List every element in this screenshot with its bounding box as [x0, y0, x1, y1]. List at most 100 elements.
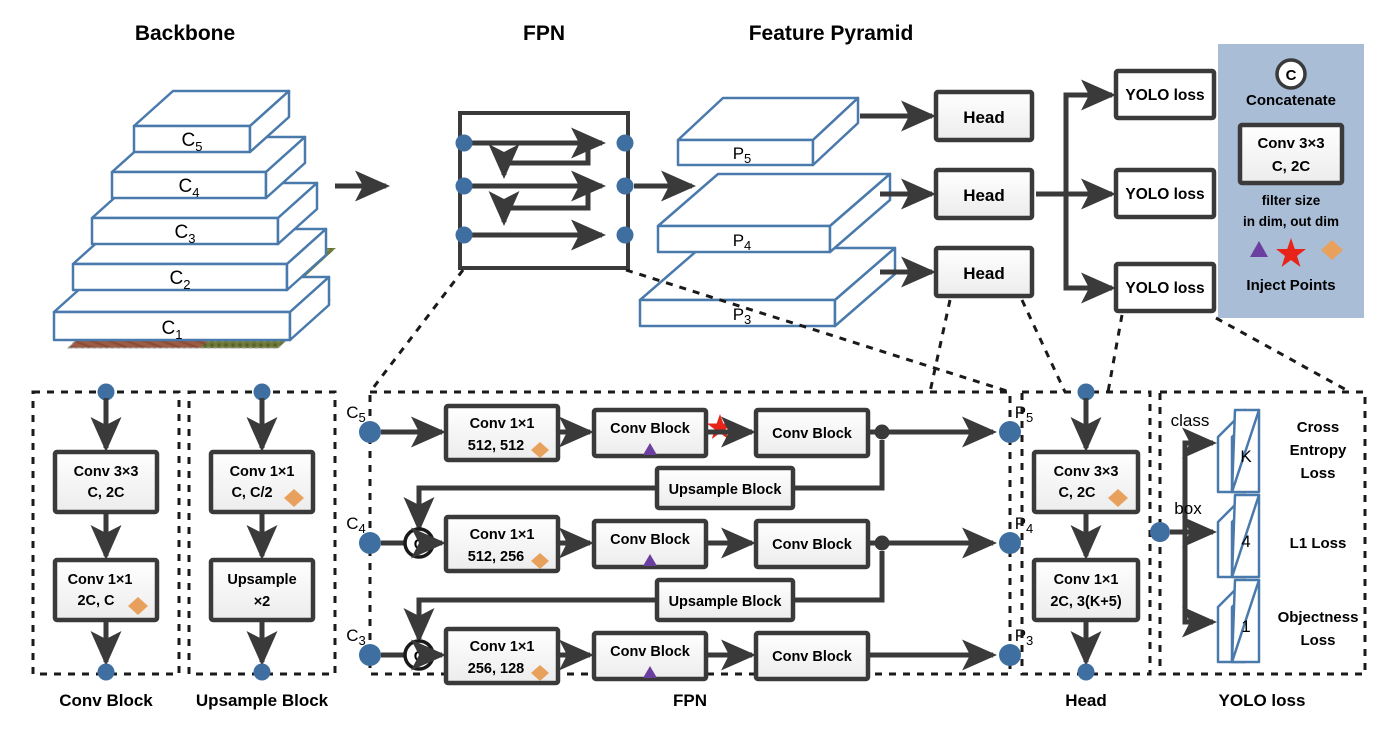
yolo-loss-name-line2: Entropy [1290, 442, 1347, 459]
conv-box-line2: C, C/2 [231, 485, 272, 501]
fpn-conv-block-3a[interactable]: Conv Block [591, 630, 709, 682]
fpn-node-p3 [616, 226, 634, 244]
fpn-node-c4 [455, 177, 473, 195]
head-input-node [1077, 383, 1095, 401]
fpn-conv-block-3b[interactable]: Conv Block [753, 630, 871, 682]
fpn-row-1: C5 Conv 1×1 512, 512 Conv Block Conv Blo… [346, 403, 1034, 463]
yolo-loss-detail-panel: class box K Cross Entropy Loss 4 L1 Loss… [1150, 390, 1367, 710]
head-panel-caption: Head [1065, 691, 1107, 710]
conv-block-box-2[interactable]: Conv 1×1 2C, C [52, 557, 160, 623]
head-box-3[interactable]: Head [933, 245, 1035, 299]
legend-panel: C Concatenate Conv 3×3 C, 2C filter size… [1218, 44, 1364, 318]
fpn-output-node-p4 [999, 532, 1021, 554]
feature-pyramid-layer-p4 [656, 172, 892, 254]
yolo-loss-panel-caption: YOLO loss [1219, 691, 1306, 710]
head-box-label: Head [963, 264, 1005, 283]
conv-box-line1: Conv 1×1 [68, 572, 133, 588]
head-box-line2: 2C, 3(K+5) [1050, 594, 1121, 610]
conv-box-line2: ×2 [254, 594, 271, 610]
fpn-conv-block-1b[interactable]: Conv Block [753, 407, 871, 459]
yolo-loss-name-obj1: Objectness [1278, 609, 1359, 626]
yolo-slab-class [1216, 408, 1261, 494]
fpn-title: FPN [523, 22, 565, 45]
yolo-slab-value-objectness: 1 [1241, 617, 1250, 636]
fpn-conv-block-2a[interactable]: Conv Block [591, 518, 709, 570]
yolo-loss-input-node [1150, 522, 1170, 542]
fpn-block-label: Conv Block [772, 426, 853, 442]
fpn-output-node-p5 [999, 421, 1021, 443]
upsample-block-box-2[interactable]: Upsample ×2 [208, 557, 316, 623]
fpn-conv-line2: 512, 256 [468, 549, 524, 565]
feature-pyramid [638, 96, 897, 328]
yolo-loss-boxes: YOLO loss YOLO loss YOLO loss [1113, 68, 1217, 314]
fpn-conv-line2: 512, 512 [468, 438, 524, 454]
yolo-loss-name-obj2: Loss [1300, 632, 1335, 649]
upsample-block-input-node [253, 383, 271, 401]
fpn-conv-block-2b[interactable]: Conv Block [753, 518, 871, 570]
fpn-row-3: C3 C Conv 1×1 256, 128 Conv Block Conv B… [346, 626, 1034, 686]
fpn-concat-symbol: C [414, 537, 425, 553]
fpn-node-c5 [455, 134, 473, 152]
fpn-upsample-label: Upsample Block [669, 594, 783, 610]
head-box-2[interactable]: Head [933, 167, 1035, 221]
legend-conv-line1: Conv 3×3 [1257, 135, 1324, 152]
head-detail-box-1[interactable]: Conv 3×3 C, 2C [1031, 449, 1141, 515]
head-output-node [1077, 663, 1095, 681]
yolo-loss-box-1[interactable]: YOLO loss [1113, 68, 1217, 121]
conv-block-caption: Conv Block [59, 691, 153, 710]
legend-desc-line1: filter size [1262, 193, 1321, 208]
head-box-line2: C, 2C [1058, 485, 1096, 501]
upsample-block-panel: Conv 1×1 C, C/2 Upsample ×2 Upsample Blo… [187, 383, 337, 710]
yolo-loss-name-line1: Cross [1297, 419, 1340, 436]
head-detail-box-2[interactable]: Conv 1×1 2C, 3(K+5) [1031, 557, 1141, 623]
fpn-concat-symbol: C [414, 649, 425, 665]
fpn-upsample-box-1[interactable]: Upsample Block [654, 465, 796, 511]
fpn-upsample-label: Upsample Block [669, 482, 783, 498]
head-box-label: Head [963, 108, 1005, 127]
fpn-conv-box-2[interactable]: Conv 1×1 512, 256 [443, 514, 561, 574]
head-box-line1: Conv 1×1 [1054, 572, 1119, 588]
feature-pyramid-layer-p3 [638, 246, 897, 328]
fpn-output-node-p3 [999, 644, 1021, 666]
fpn-conv-line1: Conv 1×1 [470, 639, 535, 655]
conv-block-output-node [97, 663, 115, 681]
yolo-slab-value-box: 4 [1241, 532, 1250, 551]
fpn-block-label: Conv Block [772, 649, 853, 665]
upsample-block-caption: Upsample Block [196, 691, 329, 710]
fpn-node-p4 [616, 177, 634, 195]
fpn-overview-box [455, 111, 634, 270]
fpn-conv-block-1a[interactable]: Conv Block [591, 407, 709, 459]
conv-block-box-1[interactable]: Conv 3×3 C, 2C [52, 449, 160, 515]
yolo-loss-box-3[interactable]: YOLO loss [1113, 261, 1217, 314]
fpn-input-label-c5: C5 [346, 403, 366, 425]
fpn-conv-box-3[interactable]: Conv 1×1 256, 128 [443, 626, 561, 686]
conv-box-line2: C, 2C [87, 485, 125, 501]
feature-pyramid-title: Feature Pyramid [749, 22, 914, 45]
yolo-loss-label: YOLO loss [1125, 186, 1204, 203]
yolo-branch-label-box: box [1174, 499, 1202, 518]
fpn-branch-node-1 [874, 424, 890, 440]
fpn-block-label: Conv Block [610, 532, 691, 548]
fpn-conv-box-1[interactable]: Conv 1×1 512, 512 [443, 403, 561, 463]
diagram-root: C5 C4 C3 C2 C1 Backbone FPN P5 P4 P3 Fea… [0, 0, 1376, 738]
conv-box-line1: Conv 3×3 [74, 464, 139, 480]
yolo-loss-label: YOLO loss [1125, 87, 1204, 104]
concatenate-symbol: C [1286, 67, 1297, 84]
fpn-block-label: Conv Block [772, 537, 853, 553]
yolo-loss-name-line3: Loss [1300, 465, 1335, 482]
fpn-upsample-box-2[interactable]: Upsample Block [654, 577, 796, 623]
fpn-output-label-p3: P3 [1015, 626, 1034, 648]
fpn-detail-panel: C5 Conv 1×1 512, 512 Conv Block Conv Blo… [346, 390, 1034, 710]
fpn-output-label-p5: P5 [1015, 403, 1034, 425]
architecture-diagram: C5 C4 C3 C2 C1 Backbone FPN P5 P4 P3 Fea… [31, 22, 1367, 710]
fpn-panel-caption: FPN [673, 691, 707, 710]
conv-box-line1: Upsample [227, 572, 296, 588]
fpn-row-2: C4 C Conv 1×1 512, 256 Conv Block Conv B… [346, 514, 1033, 574]
yolo-branch-label-class: class [1171, 411, 1210, 430]
head-detail-panel: Conv 3×3 C, 2C Conv 1×1 2C, 3(K+5) Head [1020, 383, 1152, 710]
yolo-loss-box-2[interactable]: YOLO loss [1113, 167, 1217, 220]
upsample-block-box-1[interactable]: Conv 1×1 C, C/2 [208, 449, 316, 515]
fpn-input-label-c3: C3 [346, 626, 366, 648]
backbone-title: Backbone [135, 22, 235, 45]
head-box-1[interactable]: Head [933, 89, 1035, 143]
